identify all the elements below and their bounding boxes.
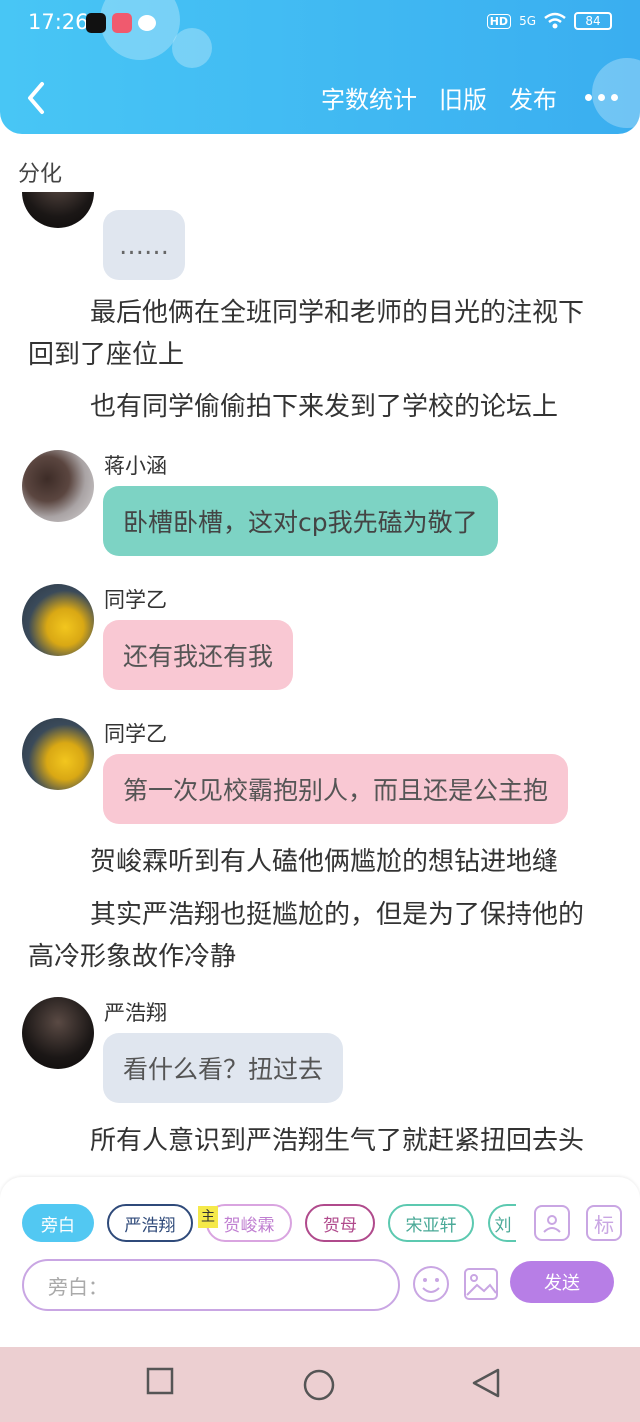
status-indicators: HD 5G 84	[486, 12, 612, 30]
girl-with-cat-avatar-icon	[22, 450, 94, 522]
system-nav-bar	[0, 1347, 640, 1422]
message-bubble: 卧槽卧槽，这对cp我先磕为敬了	[103, 486, 498, 556]
back-nav-icon[interactable]	[470, 1367, 502, 1399]
role-chip-liu[interactable]: 刘	[488, 1204, 516, 1242]
narration-text: 贺峻霖听到有人磕他俩尴尬的想钻进地缝	[90, 847, 559, 877]
top-header: 17:26 HD 5G 84 字数统计 旧版 发布	[0, 0, 640, 134]
message-bubble: 第一次见校霸抱别人，而且还是公主抱	[103, 754, 569, 824]
message-bubble: 看什么看？扭过去	[103, 1033, 344, 1103]
yellow-figure-avatar-icon	[22, 718, 94, 790]
message-bubble: 还有我还有我	[103, 620, 294, 690]
story-feed: …… 最后他俩在全班同学和老师的目光的注视下回到了座位上 也有同学偷偷拍下来发到…	[0, 192, 640, 1170]
role-chip-song-yaxuan[interactable]: 宋亚轩	[388, 1204, 474, 1242]
role-chip-narrator[interactable]: 旁白	[22, 1204, 94, 1242]
narration-text: 最后他俩在全班同学和老师的目光的注视下回到了座位上	[28, 298, 585, 370]
chat-message[interactable]: ……	[22, 192, 622, 280]
status-time: 17:26	[28, 10, 89, 34]
narration-text: 也有同学偷偷拍下来发到了学校的论坛上	[90, 392, 559, 422]
decorative-bubble	[172, 28, 212, 68]
emoji-icon[interactable]	[412, 1265, 450, 1303]
wifi-icon	[544, 12, 566, 29]
role-chip-he-junlin[interactable]: 贺峻霖	[206, 1204, 292, 1242]
dark-avatar-icon	[22, 997, 94, 1069]
chat-message[interactable]: 同学乙 第一次见校霸抱别人，而且还是公主抱	[22, 718, 622, 838]
speaker-name: 同学乙	[104, 588, 167, 612]
dark-avatar-icon	[22, 192, 94, 228]
send-button[interactable]: 发送	[510, 1261, 614, 1303]
battery-icon: 84	[574, 12, 612, 30]
speaker-name: 严浩翔	[104, 1001, 167, 1025]
chapter-title: 分化	[18, 162, 63, 187]
back-arrow-icon[interactable]	[22, 78, 52, 118]
composer-panel: 旁白 严浩翔 贺峻霖 主 贺母 宋亚轩 刘 标 旁白： 发送	[0, 1177, 640, 1347]
speaker-name: 同学乙	[104, 722, 167, 746]
network-label: 5G	[519, 14, 536, 28]
role-chip-he-mother[interactable]: 贺母	[305, 1204, 375, 1242]
speaker-name: 蒋小涵	[104, 454, 167, 478]
chat-message[interactable]: 严浩翔 看什么看？扭过去	[22, 997, 622, 1117]
old-version-button[interactable]: 旧版	[439, 80, 487, 115]
character-manage-icon[interactable]	[534, 1205, 570, 1241]
chat-message[interactable]: 同学乙 还有我还有我	[22, 584, 622, 704]
mark-icon[interactable]: 标	[586, 1205, 622, 1241]
hd-badge: HD	[486, 13, 512, 29]
main-character-tag: 主	[198, 1206, 218, 1228]
home-icon[interactable]	[303, 1369, 335, 1401]
capcut-app-icon	[86, 13, 106, 33]
chat-message[interactable]: 蒋小涵 卧槽卧槽，这对cp我先磕为敬了	[22, 450, 622, 570]
yellow-figure-avatar-icon	[22, 584, 94, 656]
header-actions: 字数统计 旧版 发布	[321, 80, 618, 115]
narration-text: 所有人意识到严浩翔生气了就赶紧扭回去头	[90, 1126, 585, 1156]
image-icon[interactable]	[462, 1265, 500, 1303]
publish-button[interactable]: 发布	[509, 80, 557, 115]
message-input[interactable]: 旁白：	[22, 1259, 400, 1311]
narration-text: 其实严浩翔也挺尴尬的，但是为了保持他的高冷形象故作冷静	[28, 900, 585, 972]
role-chip-yan-haoxiang[interactable]: 严浩翔	[107, 1204, 193, 1242]
word-count-button[interactable]: 字数统计	[321, 80, 417, 115]
message-bubble: ……	[103, 210, 185, 280]
message-notification-icon	[138, 15, 156, 31]
app-notification-icon	[112, 13, 132, 33]
more-options-icon[interactable]	[585, 94, 618, 101]
recent-apps-icon[interactable]	[146, 1367, 174, 1395]
